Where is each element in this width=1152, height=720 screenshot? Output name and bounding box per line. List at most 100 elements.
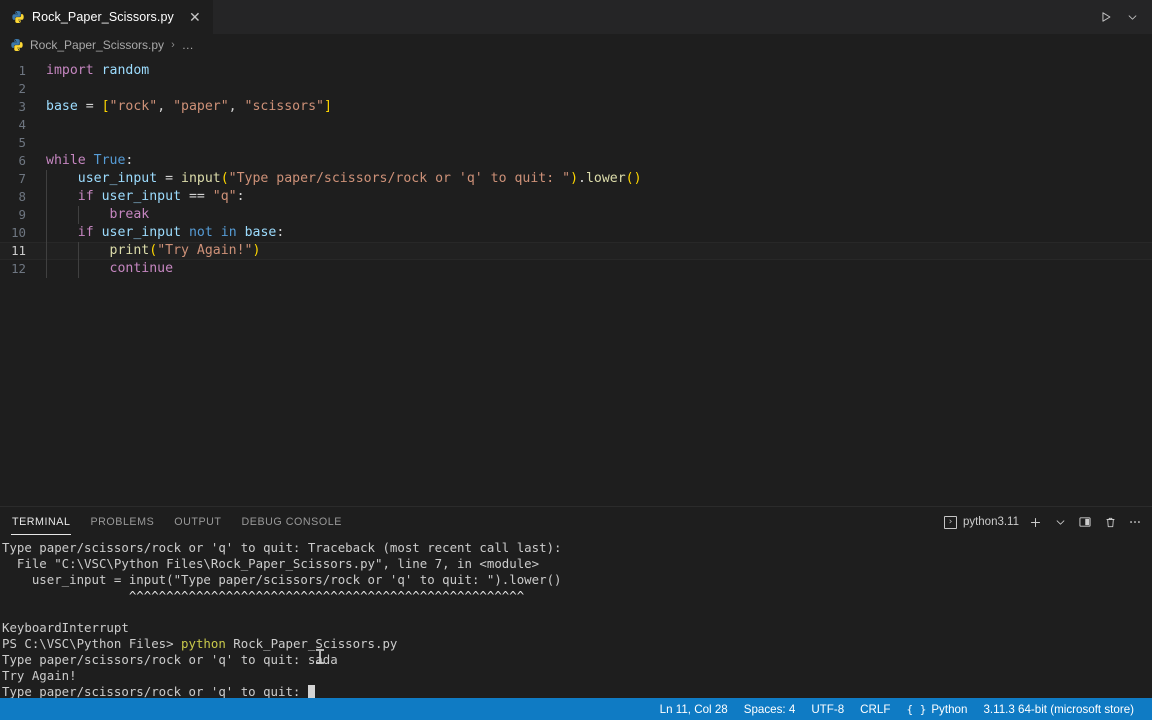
code-line[interactable]: 4 [0, 116, 1152, 134]
code-token: "scissors" [244, 99, 324, 114]
code-token: import [46, 63, 94, 78]
code-line[interactable]: 2 [0, 80, 1152, 98]
code-token: user_input [101, 225, 182, 240]
terminal-line: ^^^^^^^^^^^^^^^^^^^^^^^^^^^^^^^^^^^^^^^^… [2, 588, 1152, 604]
close-icon[interactable]: ✕ [187, 9, 203, 25]
indent-guide [46, 170, 47, 188]
code-line[interactable]: 1 import random [0, 62, 1152, 80]
code-token: base [46, 99, 78, 114]
tab-problems[interactable]: PROBLEMS [80, 507, 164, 537]
editor-tab-label: Rock_Paper_Scissors.py [32, 10, 174, 24]
tab-problems-label: PROBLEMS [90, 516, 155, 528]
active-terminal-selector[interactable]: › python3.11 [942, 515, 1021, 529]
breadcrumb-more[interactable]: … [182, 38, 195, 52]
kill-terminal-button[interactable] [1099, 511, 1121, 533]
code-token: ) [570, 171, 579, 186]
bottom-panel: TERMINAL PROBLEMS OUTPUT DEBUG CONSOLE ›… [0, 506, 1152, 698]
code-line[interactable]: 3 base = ["rock", "paper", "scissors"] [0, 98, 1152, 116]
editor-language-mode[interactable]: { } Python [898, 698, 975, 720]
terminal-line: user_input = input("Type paper/scissors/… [2, 572, 1152, 588]
run-options-chevron-down-icon[interactable] [1120, 5, 1144, 29]
editor-eol[interactable]: CRLF [852, 698, 898, 720]
breadcrumb[interactable]: Rock_Paper_Scissors.py › … [0, 34, 1152, 56]
terminal-profile-chevron-down-icon[interactable] [1049, 511, 1071, 533]
indent-guide [46, 260, 47, 278]
line-number: 3 [18, 99, 26, 114]
code-token: continue [109, 261, 174, 276]
terminal-text: KeyboardInterrupt [2, 620, 129, 635]
code-token: random [101, 63, 150, 78]
editor-position[interactable]: Ln 11, Col 28 [652, 698, 736, 720]
panel-more-actions-button[interactable] [1124, 511, 1146, 533]
code-line-content: import random [36, 62, 1152, 80]
code-token: . [578, 171, 586, 186]
code-line-content: base = ["rock", "paper", "scissors"] [36, 98, 1152, 116]
code-token: "rock" [109, 99, 158, 114]
code-token: "paper" [173, 99, 229, 114]
line-number: 7 [18, 171, 26, 186]
code-token: base [244, 225, 277, 240]
code-line[interactable]: 10 if user_input not in base: [0, 224, 1152, 242]
split-panel-icon [1079, 517, 1091, 527]
panel-tab-bar: TERMINAL PROBLEMS OUTPUT DEBUG CONSOLE ›… [0, 507, 1152, 537]
indent-guide [46, 224, 47, 242]
code-token: True [93, 153, 126, 168]
line-number: 4 [18, 117, 26, 132]
editor-indentation[interactable]: Spaces: 4 [736, 698, 804, 720]
code-token: = [157, 171, 181, 186]
new-terminal-button[interactable] [1024, 511, 1046, 533]
split-terminal-button[interactable] [1074, 511, 1096, 533]
code-line[interactable]: 7 user_input = input("Type paper/scissor… [0, 170, 1152, 188]
code-line[interactable]: 5 [0, 134, 1152, 152]
code-token: user_input [77, 171, 158, 186]
code-token: if [77, 225, 94, 240]
code-token: ( [149, 243, 158, 258]
vscode-window: Rock_Paper_Scissors.py ✕ Rock_Paper_Scis… [0, 0, 1152, 720]
code-line[interactable]: 12 continue [0, 260, 1152, 278]
editor-encoding[interactable]: UTF-8 [803, 698, 852, 720]
braces-icon: { } [906, 702, 927, 716]
code-line[interactable]: 9 break [0, 206, 1152, 224]
code-token: input [181, 171, 221, 186]
indent-guide [77, 260, 79, 278]
code-token: user_input [101, 189, 182, 204]
play-icon [1102, 12, 1111, 22]
chevron-down-icon [1056, 519, 1064, 525]
line-number: 11 [11, 243, 26, 258]
tab-debug-console-label: DEBUG CONSOLE [241, 516, 342, 528]
editor-tab-rock-paper-scissors[interactable]: Rock_Paper_Scissors.py ✕ [0, 0, 214, 34]
terminal-line: KeyboardInterrupt [2, 620, 1152, 636]
editor-tab-bar: Rock_Paper_Scissors.py ✕ [0, 0, 1152, 34]
code-line[interactable]: 11 print("Try Again!") [0, 242, 1152, 260]
code-line-content: print("Try Again!") [36, 242, 1152, 260]
terminal-line: Type paper/scissors/rock or 'q' to quit:… [2, 540, 1152, 556]
run-python-file-button[interactable] [1094, 5, 1118, 29]
breadcrumb-file[interactable]: Rock_Paper_Scissors.py [30, 38, 164, 52]
code-line[interactable]: 6 while True: [0, 152, 1152, 170]
active-terminal-name: python3.11 [962, 516, 1019, 528]
code-editor[interactable]: 1 import random 2 3 base = ["rock", "paper",… [0, 56, 1152, 506]
code-line-content: user_input = input("Type paper/scissors/… [36, 170, 1152, 188]
breadcrumb-separator: › [171, 39, 175, 51]
python-file-icon [12, 10, 24, 24]
tab-debug-console[interactable]: DEBUG CONSOLE [232, 507, 352, 537]
code-token: break [109, 207, 150, 222]
tab-terminal-label: TERMINAL [12, 516, 71, 528]
terminal-text: File "C:\VSC\Python Files\Rock_Paper_Sci… [2, 556, 540, 571]
code-token: lower [585, 171, 626, 186]
tab-terminal[interactable]: TERMINAL [2, 507, 80, 537]
line-number: 12 [11, 261, 26, 276]
tab-output[interactable]: OUTPUT [164, 507, 231, 537]
code-token: : [236, 189, 245, 204]
terminal-output[interactable]: Type paper/scissors/rock or 'q' to quit:… [0, 537, 1152, 698]
terminal-text: Type paper/scissors/rock or 'q' to quit:… [2, 540, 562, 555]
code-line[interactable]: 8 if user_input == "q": [0, 188, 1152, 206]
python-interpreter-version[interactable]: 3.11.3 64-bit (microsoft store) [975, 698, 1142, 720]
code-token: while [46, 153, 86, 168]
